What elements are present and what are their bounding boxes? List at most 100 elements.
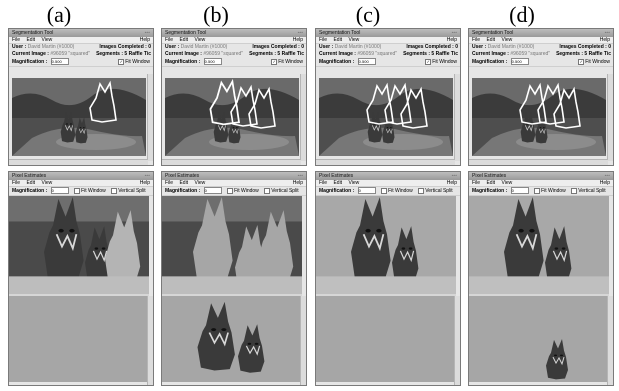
vertical-scrollbar[interactable]	[454, 296, 460, 385]
menu-file[interactable]: File	[12, 180, 20, 186]
menu-view[interactable]: View	[194, 37, 205, 43]
magnification-input[interactable]: 0.500	[357, 58, 376, 66]
window-titlebar[interactable]: Pixel Estimates ◦◦◦	[316, 172, 460, 180]
current-image-row: Current Image : #96059 "squared" Segment…	[162, 51, 306, 58]
window-buttons[interactable]: ◦◦◦	[452, 173, 457, 179]
menu-file[interactable]: File	[12, 37, 20, 43]
magnification-input[interactable]: 0.500	[50, 58, 69, 66]
menu-view[interactable]: View	[41, 180, 52, 186]
menu-edit[interactable]: Edit	[486, 37, 495, 43]
window-titlebar[interactable]: Segmentation Tool ◦◦◦	[469, 29, 613, 37]
menu-view[interactable]: View	[348, 37, 359, 43]
menu-help[interactable]: Help	[447, 180, 457, 187]
vertical-split-checkbox[interactable]	[111, 187, 118, 194]
window-buttons[interactable]: ◦◦◦	[605, 173, 610, 179]
magnification-input[interactable]: 0	[510, 187, 529, 195]
fit-window-checkbox[interactable]	[227, 187, 234, 194]
menu-view[interactable]: View	[194, 180, 205, 186]
menu-file[interactable]: File	[319, 37, 327, 43]
menu-help[interactable]: Help	[293, 180, 303, 187]
window-titlebar[interactable]: Segmentation Tool ◦◦◦	[316, 29, 460, 37]
estimate-top-pane[interactable]	[162, 196, 302, 294]
menu-edit[interactable]: Edit	[26, 37, 35, 43]
image-canvas[interactable]	[12, 78, 146, 156]
vertical-split-checkbox[interactable]	[418, 187, 425, 194]
menu-help[interactable]: Help	[600, 180, 610, 187]
window-titlebar[interactable]: Pixel Estimates ◦◦◦	[9, 172, 153, 180]
magnification-input[interactable]: 0	[357, 187, 376, 195]
menu-view[interactable]: View	[501, 180, 512, 186]
window-buttons[interactable]: ◦◦◦	[145, 173, 150, 179]
fit-window-checkbox[interactable]: ✓	[271, 58, 278, 65]
segmentation-image[interactable]	[165, 78, 299, 156]
menu-file[interactable]: File	[165, 180, 173, 186]
menu-file[interactable]: File	[472, 37, 480, 43]
fit-window-checkbox[interactable]	[381, 187, 388, 194]
estimate-top-pane[interactable]	[316, 196, 456, 294]
menu-edit[interactable]: Edit	[26, 180, 35, 186]
segmentation-image[interactable]	[319, 78, 453, 156]
magnification-input[interactable]: 0.500	[203, 58, 222, 66]
menu-help[interactable]: Help	[140, 37, 150, 44]
vertical-scrollbar[interactable]	[607, 296, 613, 385]
fit-window-checkbox[interactable]: ✓	[425, 58, 432, 65]
current-image-label: Current Image :	[12, 51, 49, 57]
fit-window-checkbox[interactable]	[534, 187, 541, 194]
menu-edit[interactable]: Edit	[333, 37, 342, 43]
estimate-top-pane[interactable]	[469, 196, 609, 294]
horizontal-scrollbar[interactable]	[316, 159, 455, 165]
window-titlebar[interactable]: Segmentation Tool ◦◦◦	[9, 29, 153, 37]
menu-help[interactable]: Help	[600, 37, 610, 44]
menu-view[interactable]: View	[41, 37, 52, 43]
segmentation-image[interactable]	[12, 78, 146, 156]
window-buttons[interactable]: ◦◦◦	[145, 30, 150, 36]
magnification-input[interactable]: 0	[203, 187, 222, 195]
menu-file[interactable]: File	[165, 37, 173, 43]
menu-help[interactable]: Help	[140, 180, 150, 187]
segmentation-image[interactable]	[472, 78, 606, 156]
vertical-scrollbar[interactable]	[300, 296, 306, 385]
window-titlebar[interactable]: Pixel Estimates ◦◦◦	[162, 172, 306, 180]
horizontal-scrollbar[interactable]	[469, 159, 608, 165]
vertical-split-checkbox[interactable]	[264, 187, 271, 194]
vertical-scrollbar[interactable]	[300, 74, 306, 161]
menu-view[interactable]: View	[348, 180, 359, 186]
magnification-row: Magnification : 0.500 ✓ Fit Window	[162, 58, 306, 67]
fit-window-checkbox[interactable]	[74, 187, 81, 194]
magnification-input[interactable]: 0	[50, 187, 69, 195]
vertical-scrollbar[interactable]	[147, 296, 153, 385]
estimate-bottom-pane[interactable]	[9, 296, 149, 382]
menu-edit[interactable]: Edit	[333, 180, 342, 186]
window-buttons[interactable]: ◦◦◦	[605, 30, 610, 36]
menu-view[interactable]: View	[501, 37, 512, 43]
window-buttons[interactable]: ◦◦◦	[298, 30, 303, 36]
menu-help[interactable]: Help	[293, 37, 303, 44]
image-canvas[interactable]	[319, 78, 453, 156]
menu-edit[interactable]: Edit	[179, 180, 188, 186]
fit-window-checkbox[interactable]: ✓	[118, 58, 125, 65]
image-canvas[interactable]	[165, 78, 299, 156]
window-titlebar[interactable]: Segmentation Tool ◦◦◦	[162, 29, 306, 37]
image-canvas[interactable]	[472, 78, 606, 156]
estimate-bottom-pane[interactable]	[316, 296, 456, 382]
menu-file[interactable]: File	[319, 180, 327, 186]
current-image-row: Current Image : #96059 "squared" Segment…	[316, 51, 460, 58]
menu-help[interactable]: Help	[447, 37, 457, 44]
window-buttons[interactable]: ◦◦◦	[452, 30, 457, 36]
menu-file[interactable]: File	[472, 180, 480, 186]
horizontal-scrollbar[interactable]	[9, 159, 148, 165]
menu-edit[interactable]: Edit	[179, 37, 188, 43]
window-titlebar[interactable]: Pixel Estimates ◦◦◦	[469, 172, 613, 180]
fit-window-checkbox[interactable]: ✓	[578, 58, 585, 65]
menu-edit[interactable]: Edit	[486, 180, 495, 186]
estimate-bottom-pane[interactable]	[162, 296, 302, 382]
window-buttons[interactable]: ◦◦◦	[298, 173, 303, 179]
vertical-scrollbar[interactable]	[454, 74, 460, 161]
magnification-input[interactable]: 0.500	[510, 58, 529, 66]
vertical-split-checkbox[interactable]	[571, 187, 578, 194]
vertical-scrollbar[interactable]	[147, 74, 153, 161]
horizontal-scrollbar[interactable]	[162, 159, 301, 165]
estimate-bottom-pane[interactable]	[469, 296, 609, 382]
estimate-top-pane[interactable]	[9, 196, 149, 294]
vertical-scrollbar[interactable]	[607, 74, 613, 161]
